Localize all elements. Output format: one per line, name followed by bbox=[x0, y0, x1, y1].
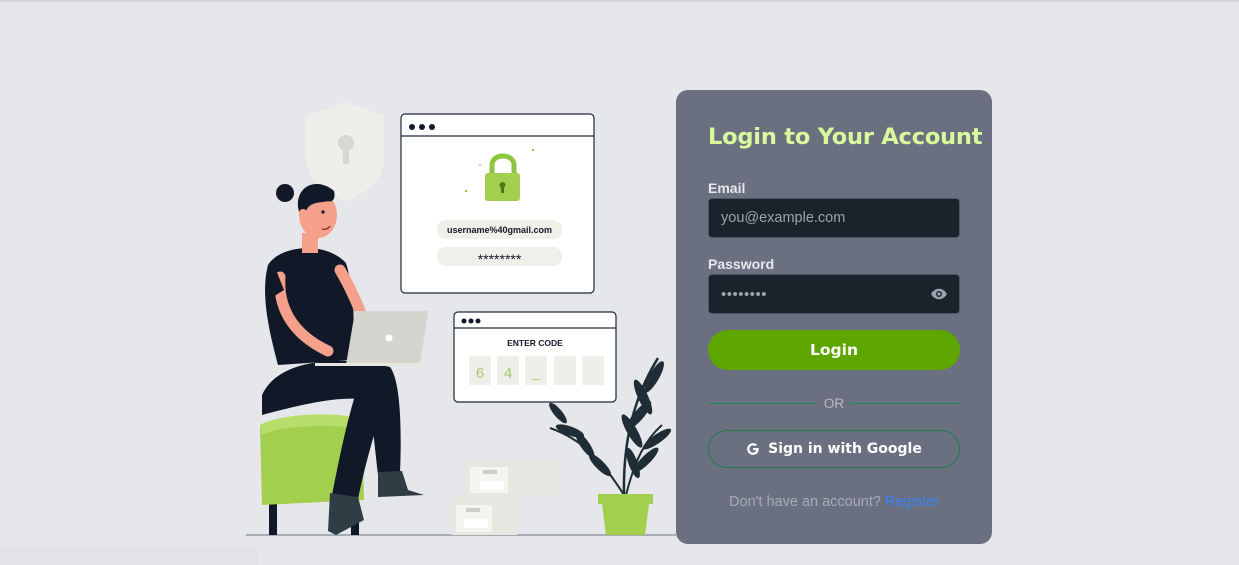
illustration-password: ******** bbox=[478, 251, 522, 267]
top-shadow bbox=[0, 0, 1239, 3]
email-field-container bbox=[708, 198, 960, 238]
login-card: Login to Your Account Email Password •••… bbox=[676, 90, 992, 544]
google-sign-in-button[interactable]: Sign in with Google bbox=[708, 430, 960, 468]
code-digit-2: 4 bbox=[503, 366, 512, 383]
or-divider: OR bbox=[708, 394, 960, 414]
enter-code-label: ENTER CODE bbox=[507, 338, 563, 348]
google-button-label: Sign in with Google bbox=[768, 441, 922, 457]
login-title: Login to Your Account bbox=[708, 124, 983, 150]
password-label: Password bbox=[708, 256, 775, 272]
login-window: username%40gmail.com ******** bbox=[400, 113, 595, 294]
eye-icon[interactable] bbox=[930, 285, 948, 303]
or-text: OR bbox=[823, 396, 845, 411]
code-digit-1: 6 bbox=[475, 366, 484, 383]
register-prompt: Don't have an account? Register bbox=[708, 494, 960, 510]
email-label: Email bbox=[708, 180, 746, 196]
bottom-ghost-bar bbox=[0, 547, 258, 565]
code-digit-3: _ bbox=[530, 366, 541, 383]
illustration-username: username%40gmail.com bbox=[447, 225, 552, 235]
code-window: ENTER CODE 6 4 _ bbox=[453, 311, 617, 403]
password-field-container: •••••••• bbox=[708, 274, 960, 314]
no-account-text: Don't have an account? bbox=[729, 494, 881, 510]
login-illustration: username%40gmail.com ******** ENTER CODE… bbox=[246, 102, 676, 536]
email-input[interactable] bbox=[709, 199, 959, 237]
storage-boxes bbox=[452, 460, 560, 535]
login-button[interactable]: Login bbox=[708, 330, 960, 370]
register-link[interactable]: Register bbox=[885, 494, 939, 510]
google-icon bbox=[747, 443, 759, 455]
password-input[interactable] bbox=[709, 275, 959, 313]
